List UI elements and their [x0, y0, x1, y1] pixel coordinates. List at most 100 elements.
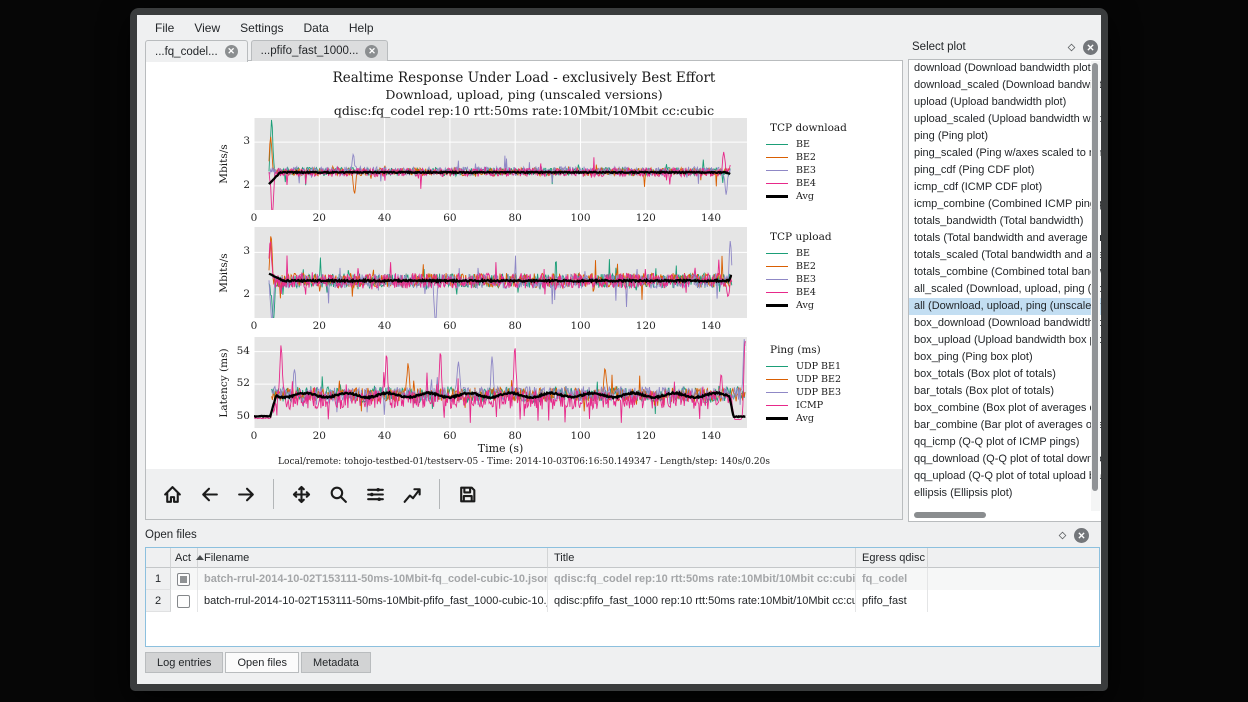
legend-label: BE	[796, 248, 810, 259]
plot-list-item[interactable]: ping_cdf (Ping CDF plot)	[909, 162, 1101, 179]
table-row[interactable]: 2batch-rrul-2014-10-02T153111-50ms-10Mbi…	[146, 590, 1099, 612]
x-tick-label: 40	[378, 430, 391, 442]
legend-line-swatch	[766, 144, 788, 145]
plot-list-item[interactable]: ellipsis (Ellipsis plot)	[909, 485, 1101, 502]
dock-float-icon[interactable]	[1066, 42, 1077, 53]
plot-area-tcp-upload	[254, 227, 747, 318]
filename-cell: batch-rrul-2014-10-02T153111-50ms-10Mbit…	[198, 568, 548, 590]
zoom-icon[interactable]	[324, 480, 352, 508]
plot-list-item[interactable]: qq_upload (Q-Q plot of total upload band…	[909, 468, 1101, 485]
plot-list-item[interactable]: box_download (Download bandwidth box plo…	[909, 315, 1101, 332]
x-tick-label: 100	[570, 212, 590, 224]
subplot-tcp-download[interactable]: 23020406080100120140Mbits/s	[254, 118, 747, 210]
y-tick-label: 54	[210, 345, 250, 357]
forward-icon[interactable]	[232, 480, 260, 508]
legend-title: Ping (ms)	[754, 344, 841, 356]
plot-list-item[interactable]: qq_download (Q-Q plot of total download …	[909, 451, 1101, 468]
save-icon[interactable]	[453, 480, 481, 508]
plot-list-item[interactable]: box_combine (Box plot of averages of sev…	[909, 400, 1101, 417]
column-header-egress-qdisc[interactable]: Egress qdisc	[856, 548, 928, 568]
plot-tab-0[interactable]: ...fq_codel... ✕	[145, 40, 248, 62]
plot-tab-label: ...fq_codel...	[155, 46, 218, 58]
legend-entry: UDP BE2	[754, 373, 841, 386]
plot-list-item[interactable]: box_upload (Upload bandwidth box plot)	[909, 332, 1101, 349]
legend-entry: BE	[754, 247, 832, 260]
pan-icon[interactable]	[287, 480, 315, 508]
home-icon[interactable]	[158, 480, 186, 508]
active-checkbox[interactable]	[177, 595, 190, 608]
corner-header-cell[interactable]	[146, 548, 171, 568]
plot-list-item[interactable]: icmp_combine (Combined ICMP ping plot)	[909, 196, 1101, 213]
tab-close-icon[interactable]: ✕	[225, 45, 238, 58]
menu-item-help[interactable]: Help	[339, 17, 384, 39]
bottom-tab-open-files[interactable]: Open files	[225, 652, 299, 673]
plot-list-item[interactable]: box_totals (Box plot of totals)	[909, 366, 1101, 383]
subplot-tcp-upload[interactable]: 23020406080100120140Mbits/s	[254, 227, 747, 318]
menu-item-settings[interactable]: Settings	[230, 17, 293, 39]
legend-line-swatch	[766, 183, 788, 184]
plot-list-item[interactable]: upload_scaled (Upload bandwidth w/axes s…	[909, 111, 1101, 128]
plot-canvas[interactable]: Realtime Response Under Load - exclusive…	[146, 61, 902, 469]
table-row[interactable]: 1 batch-rrul-2014-10-02T153111-50ms-10Mbi…	[146, 568, 1099, 590]
plot-list-item[interactable]: totals_scaled (Total bandwidth and avera…	[909, 247, 1101, 264]
subplot-ping[interactable]: 505254020406080100120140Latency (ms)	[254, 337, 747, 428]
x-tick-label: 60	[443, 212, 456, 224]
menu-item-file[interactable]: File	[145, 17, 184, 39]
x-axis-label: Time (s)	[254, 442, 747, 455]
list-horizontal-scrollbar[interactable]	[910, 511, 1090, 520]
plot-list-item[interactable]: totals (Total bandwidth and average ping…	[909, 230, 1101, 247]
plot-toolbar	[158, 471, 481, 517]
plot-page: Realtime Response Under Load - exclusive…	[145, 60, 903, 520]
plot-list-item[interactable]: qq_icmp (Q-Q plot of ICMP pings)	[909, 434, 1101, 451]
legend-line-swatch	[766, 417, 788, 420]
table-header-row: ActFilenameTitleEgress qdisc	[146, 548, 1099, 568]
row-number: 2	[146, 590, 171, 612]
plot-list-item[interactable]: bar_combine (Bar plot of averages of sev…	[909, 417, 1101, 434]
x-tick-label: 40	[378, 320, 391, 332]
axes-icon[interactable]	[398, 480, 426, 508]
legend-entry: Avg	[754, 299, 832, 312]
bottom-tab-metadata[interactable]: Metadata	[301, 652, 371, 673]
plot-list-item[interactable]: box_ping (Ping box plot)	[909, 349, 1101, 366]
x-tick-label: 120	[636, 430, 656, 442]
tab-close-icon[interactable]: ✕	[365, 45, 378, 58]
list-vertical-scrollbar[interactable]	[1091, 61, 1100, 511]
scrollbar-thumb[interactable]	[914, 512, 986, 518]
column-header-title[interactable]: Title	[548, 548, 856, 568]
back-icon[interactable]	[195, 480, 223, 508]
plot-list-item[interactable]: totals_combine (Combined total bandwidth…	[909, 264, 1101, 281]
legend-label: Avg	[796, 191, 814, 202]
plot-list-item[interactable]: download_scaled (Download bandwidth w/ax…	[909, 77, 1101, 94]
plot-list-item[interactable]: all_scaled (Download, upload, ping (scal…	[909, 281, 1101, 298]
bottom-tab-log-entries[interactable]: Log entries	[145, 652, 223, 673]
plot-list-item[interactable]: download (Download bandwidth plot)	[909, 60, 1101, 77]
menu-item-data[interactable]: Data	[294, 17, 339, 39]
x-tick-label: 20	[313, 320, 326, 332]
egress-qdisc-cell: pfifo_fast	[856, 590, 928, 612]
scrollbar-thumb[interactable]	[1092, 63, 1098, 491]
title-cell: qdisc:pfifo_fast_1000 rep:10 rtt:50ms ra…	[548, 590, 856, 612]
plot-list-item[interactable]: ping_scaled (Ping w/axes scaled to remov…	[909, 145, 1101, 162]
plot-list-item[interactable]: bar_totals (Box plot of totals)	[909, 383, 1101, 400]
dock-close-icon[interactable]	[1083, 40, 1098, 55]
column-header-filename[interactable]: Filename	[198, 548, 548, 568]
plot-list-item[interactable]: upload (Upload bandwidth plot)	[909, 94, 1101, 111]
legend-entry: BE3	[754, 164, 847, 177]
act-cell	[171, 590, 198, 612]
dock-float-icon[interactable]	[1057, 530, 1068, 541]
active-checkbox[interactable]	[177, 573, 190, 586]
title-cell: qdisc:fq_codel rep:10 rtt:50ms rate:10Mb…	[548, 568, 856, 590]
plot-list-item[interactable]: icmp_cdf (ICMP CDF plot)	[909, 179, 1101, 196]
x-tick-label: 0	[251, 430, 258, 442]
menu-item-view[interactable]: View	[184, 17, 230, 39]
column-header-act[interactable]: Act	[171, 548, 198, 568]
plot-tab-1[interactable]: ...pfifo_fast_1000...✕	[251, 40, 389, 61]
plot-list-item[interactable]: all (Download, upload, ping (unscaled ve…	[909, 298, 1101, 315]
plot-list-item[interactable]: ping (Ping plot)	[909, 128, 1101, 145]
row-number: 1	[146, 568, 171, 590]
y-tick-label: 2	[210, 288, 250, 300]
subplots-icon[interactable]	[361, 480, 389, 508]
legend-line-swatch	[766, 279, 788, 280]
plot-list-item[interactable]: totals_bandwidth (Total bandwidth)	[909, 213, 1101, 230]
dock-close-icon[interactable]	[1074, 528, 1089, 543]
